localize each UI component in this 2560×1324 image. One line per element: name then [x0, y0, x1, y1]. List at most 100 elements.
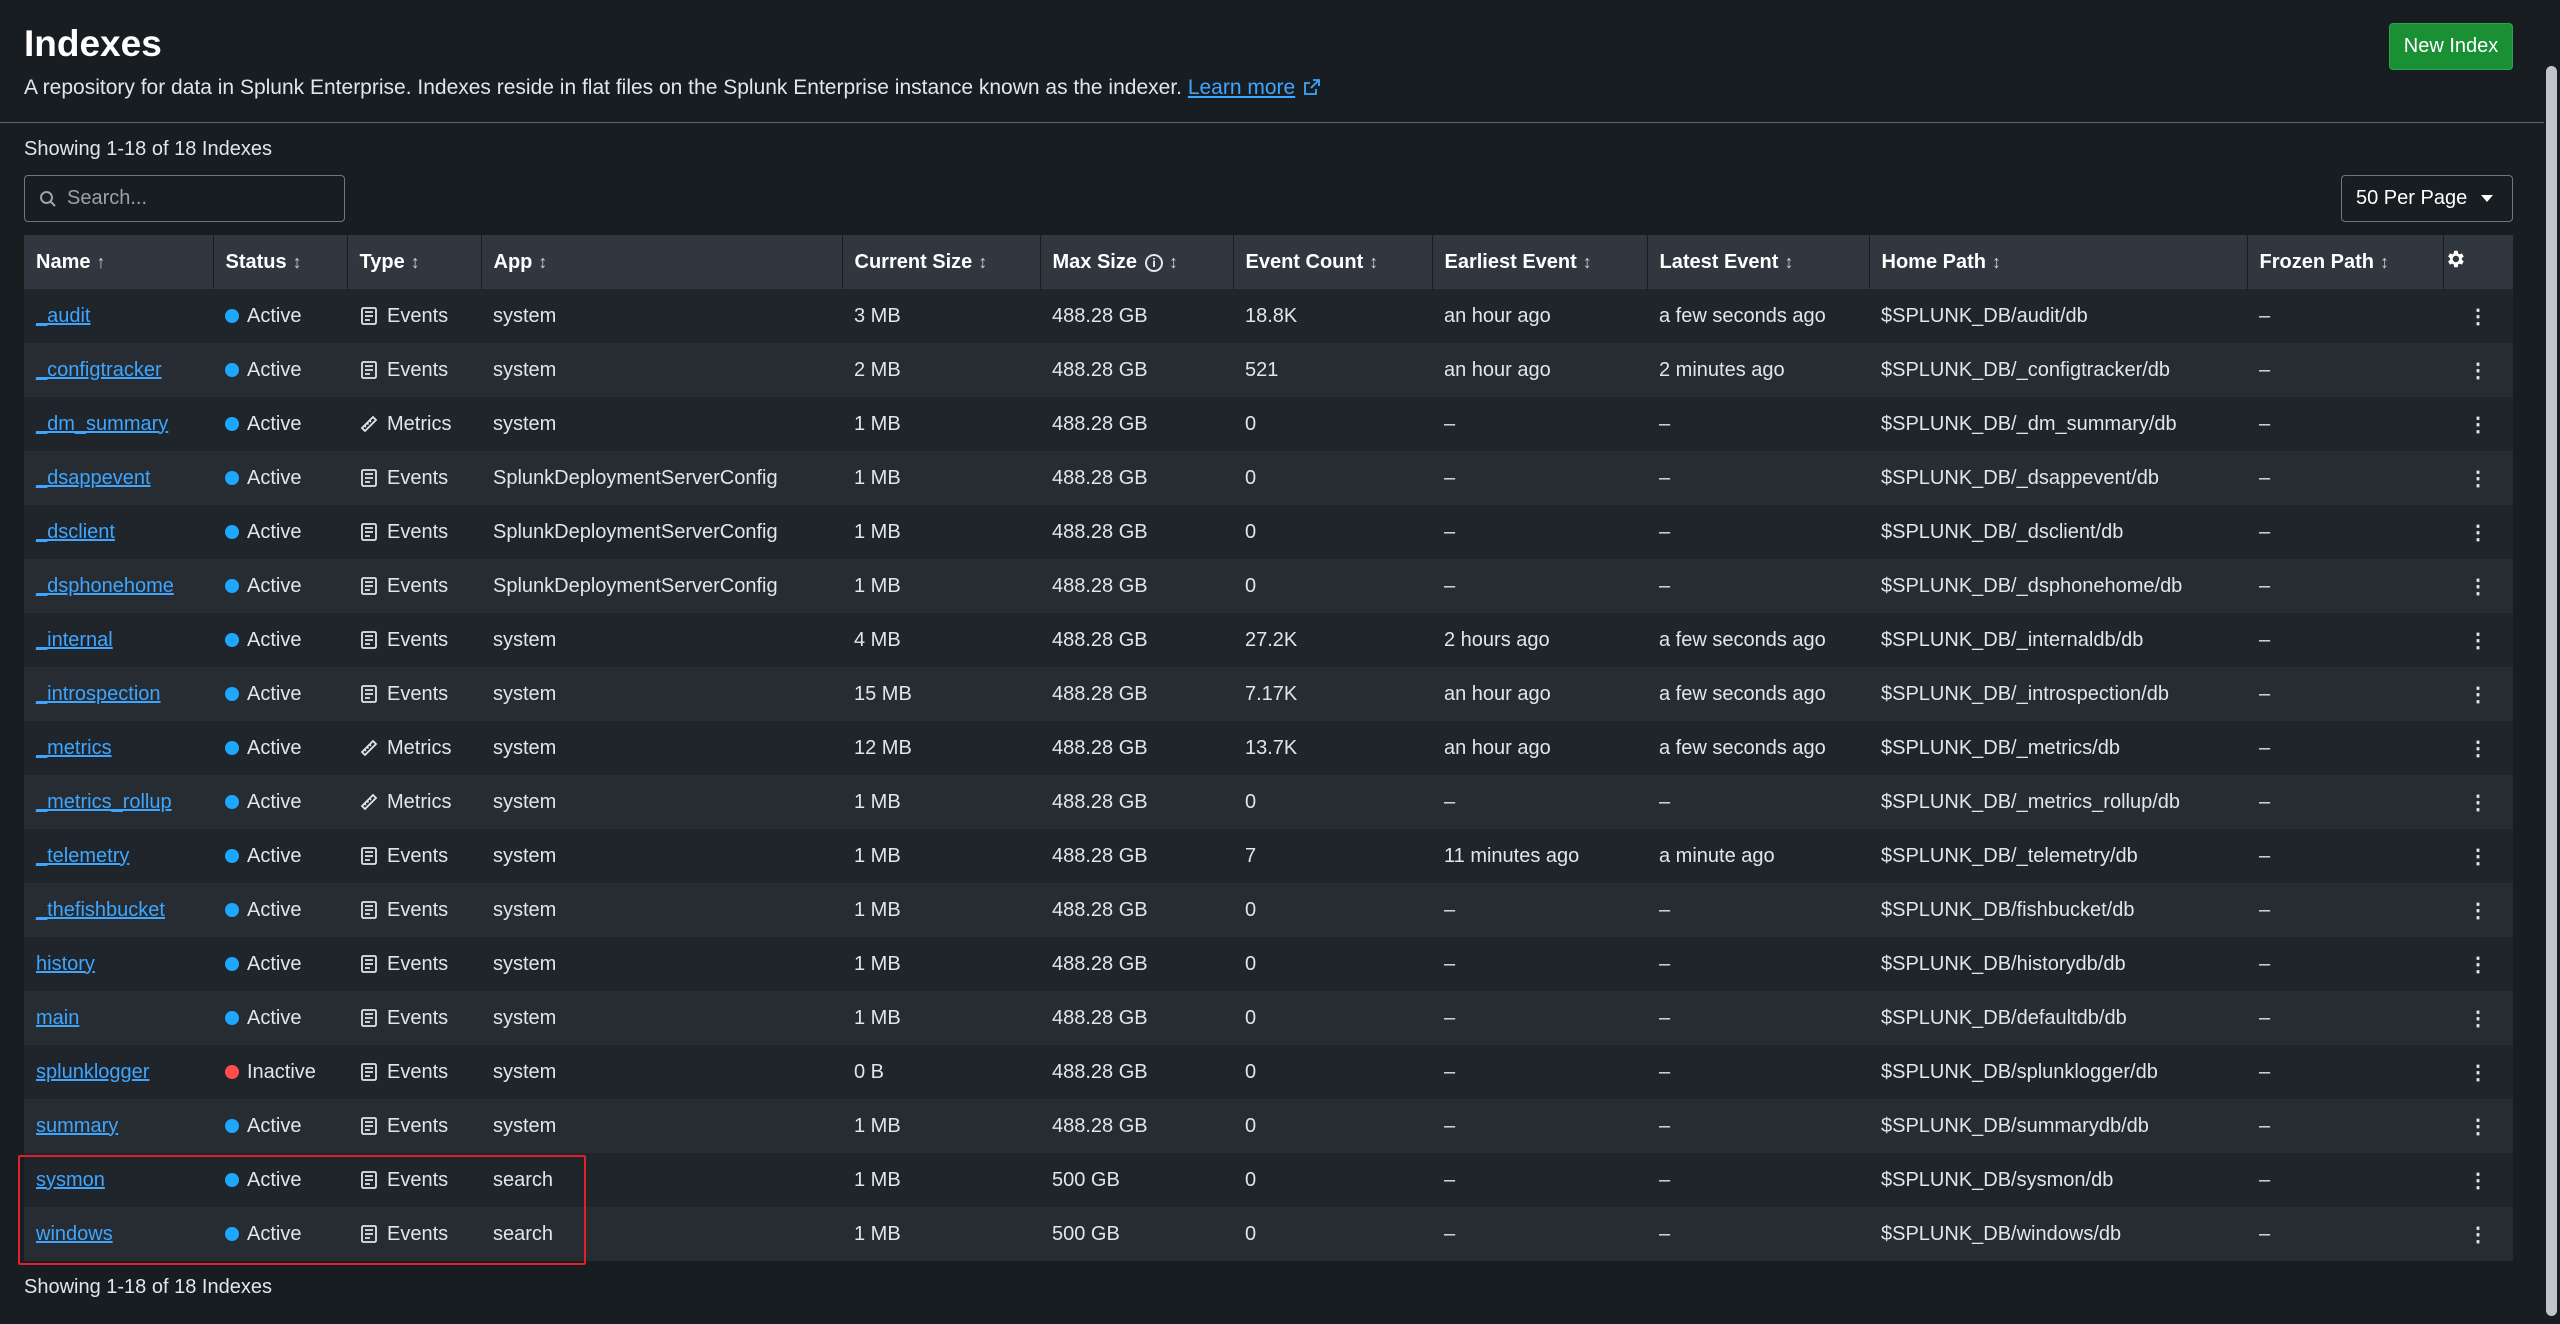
cell-max-size: 488.28 GB [1040, 289, 1233, 343]
row-actions-button[interactable]: ⋮ [2443, 289, 2513, 343]
cell-app: SplunkDeploymentServerConfig [481, 451, 842, 505]
search-input[interactable] [67, 187, 327, 210]
cell-current-size: 1 MB [842, 1207, 1040, 1261]
per-page-select[interactable]: 50 Per Page [2341, 175, 2513, 222]
new-index-button[interactable]: New Index [2389, 23, 2513, 70]
column-header-frozen-path[interactable]: Frozen Path ↕ [2247, 235, 2444, 289]
sort-icon: ↕ [1991, 251, 2001, 272]
index-name-link[interactable]: _audit [36, 305, 91, 327]
cell-max-size: 488.28 GB [1040, 1045, 1233, 1099]
header-divider [0, 122, 2544, 123]
index-name-link[interactable]: _dsappevent [36, 467, 151, 489]
row-actions-button[interactable]: ⋮ [2443, 451, 2513, 505]
row-actions-button[interactable]: ⋮ [2443, 343, 2513, 397]
document-list-icon [361, 684, 377, 703]
column-header-app[interactable]: App ↕ [481, 235, 843, 289]
row-actions-button[interactable]: ⋮ [2443, 829, 2513, 883]
index-name-link[interactable]: _internal [36, 629, 113, 651]
row-actions-button[interactable]: ⋮ [2443, 937, 2513, 991]
cell-earliest-event: – [1432, 937, 1647, 991]
cell-event-count: 0 [1233, 1099, 1432, 1153]
status-label: Active [247, 466, 302, 489]
cell-latest-event: – [1647, 1207, 1869, 1261]
column-header-home-path[interactable]: Home Path ↕ [1869, 235, 2248, 289]
row-actions-button[interactable]: ⋮ [2443, 397, 2513, 451]
index-name-link[interactable]: _dsphonehome [36, 575, 174, 597]
type-label: Metrics [387, 736, 452, 759]
info-icon[interactable]: i [1144, 253, 1163, 272]
document-list-icon [361, 468, 377, 487]
document-list-icon [361, 306, 377, 325]
column-header-current-size[interactable]: Current Size ↕ [842, 235, 1041, 289]
column-header-name[interactable]: Name ↑ [24, 235, 214, 289]
row-actions-button[interactable]: ⋮ [2443, 559, 2513, 613]
ruler-icon [360, 415, 378, 432]
cell-frozen-path: – [2247, 343, 2443, 397]
cell-max-size: 488.28 GB [1040, 505, 1233, 559]
index-name-link[interactable]: _thefishbucket [36, 899, 165, 921]
cell-earliest-event: – [1432, 505, 1647, 559]
status-label: Active [247, 628, 302, 651]
cell-name: _metrics_rollup [24, 775, 213, 829]
index-name-link[interactable]: windows [36, 1223, 113, 1245]
status-label: Active [247, 520, 302, 543]
index-name-link[interactable]: _introspection [36, 683, 161, 705]
cell-latest-event: – [1647, 991, 1869, 1045]
kebab-icon: ⋮ [2468, 953, 2488, 976]
column-header-status[interactable]: Status ↕ [213, 235, 348, 289]
kebab-icon: ⋮ [2468, 1169, 2488, 1192]
column-header-max-size[interactable]: Max Size i ↕ [1040, 235, 1234, 289]
row-actions-button[interactable]: ⋮ [2443, 883, 2513, 937]
column-header-event-count[interactable]: Event Count ↕ [1233, 235, 1433, 289]
indexes-table: Name ↑ Status ↕ Type ↕ App ↕ Current Size ↕ M… [24, 235, 2514, 1261]
search-box[interactable] [24, 175, 345, 222]
learn-more-link[interactable]: Learn more [1188, 76, 1321, 99]
index-name-link[interactable]: _configtracker [36, 359, 162, 381]
cell-type: Metrics [347, 775, 481, 829]
row-actions-button[interactable]: ⋮ [2443, 1045, 2513, 1099]
status-dot-icon [225, 902, 239, 917]
column-header-type[interactable]: Type ↕ [347, 235, 482, 289]
index-name-link[interactable]: _metrics_rollup [36, 791, 172, 813]
column-type-label: Type [359, 250, 405, 273]
column-header-latest-event[interactable]: Latest Event ↕ [1647, 235, 1870, 289]
cell-event-count: 0 [1233, 505, 1432, 559]
index-name-link[interactable]: _dsclient [36, 521, 115, 543]
cell-current-size: 1 MB [842, 775, 1040, 829]
row-actions-button[interactable]: ⋮ [2443, 667, 2513, 721]
type-label: Events [387, 1060, 449, 1083]
cell-earliest-event: an hour ago [1432, 343, 1647, 397]
cell-max-size: 488.28 GB [1040, 991, 1233, 1045]
column-settings-button[interactable] [2443, 235, 2514, 289]
cell-type: Metrics [347, 721, 481, 775]
sort-icon: ↕ [1582, 251, 1592, 272]
index-name-link[interactable]: splunklogger [36, 1061, 149, 1083]
kebab-icon: ⋮ [2468, 629, 2488, 652]
row-actions-button[interactable]: ⋮ [2443, 991, 2513, 1045]
index-name-link[interactable]: main [36, 1007, 79, 1029]
row-actions-button[interactable]: ⋮ [2443, 1207, 2513, 1261]
index-name-link[interactable]: _telemetry [36, 845, 129, 867]
index-name-link[interactable]: _metrics [36, 737, 112, 759]
index-name-link[interactable]: summary [36, 1115, 118, 1137]
cell-latest-event: a few seconds ago [1647, 667, 1869, 721]
document-list-icon [361, 846, 377, 865]
index-name-link[interactable]: sysmon [36, 1169, 105, 1191]
row-actions-button[interactable]: ⋮ [2443, 505, 2513, 559]
cell-home-path: $SPLUNK_DB/fishbucket/db [1869, 883, 2247, 937]
row-actions-button[interactable]: ⋮ [2443, 1099, 2513, 1153]
kebab-icon: ⋮ [2468, 791, 2488, 814]
row-actions-button[interactable]: ⋮ [2443, 775, 2513, 829]
column-header-earliest-event[interactable]: Earliest Event ↕ [1432, 235, 1648, 289]
row-actions-button[interactable]: ⋮ [2443, 721, 2513, 775]
row-actions-button[interactable]: ⋮ [2443, 613, 2513, 667]
document-list-icon [361, 630, 377, 649]
scrollbar-thumb[interactable] [2546, 66, 2557, 1316]
cell-earliest-event: – [1432, 991, 1647, 1045]
index-name-link[interactable]: history [36, 953, 95, 975]
cell-frozen-path: – [2247, 1207, 2443, 1261]
row-actions-button[interactable]: ⋮ [2443, 1153, 2513, 1207]
kebab-icon: ⋮ [2468, 737, 2488, 760]
type-label: Events [387, 466, 449, 489]
index-name-link[interactable]: _dm_summary [36, 413, 168, 435]
